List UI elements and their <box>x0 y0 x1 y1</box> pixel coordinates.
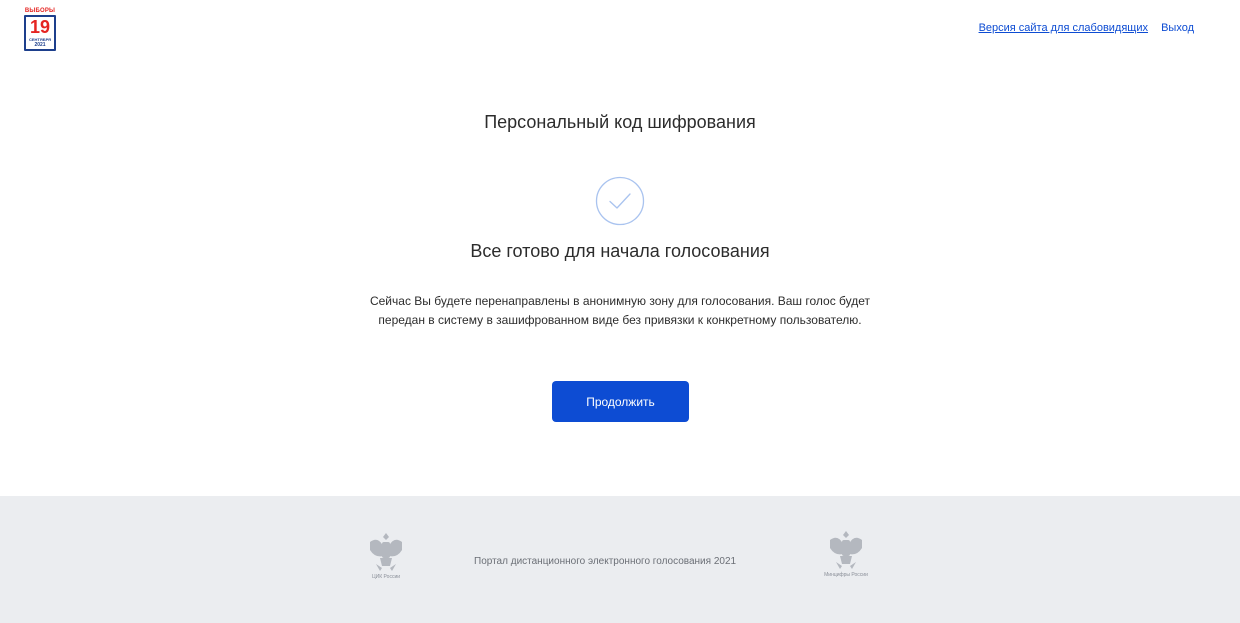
logo-day: 19 <box>29 17 51 37</box>
main-content: Персональный код шифрования Все готово д… <box>0 60 1240 496</box>
elections-logo[interactable]: ВЫБОРЫ 19 СЕНТЯБРЯ 2021 <box>24 8 56 52</box>
impaired-version-link[interactable]: Версия сайта для слабовидящих <box>979 22 1148 34</box>
redirect-description: Сейчас Вы будете перенаправлены в аноним… <box>369 294 871 327</box>
logout-link[interactable]: Выход <box>1161 22 1194 34</box>
coat-of-arms-icon <box>830 531 862 569</box>
portal-text: Портал дистанционного электронного голос… <box>474 556 737 567</box>
header: ВЫБОРЫ 19 СЕНТЯБРЯ 2021 Версия сайта для… <box>0 0 1240 60</box>
mintsifry-caption: Минцифры России <box>824 572 868 578</box>
top-links: Версия сайта для слабовидящих Выход <box>979 22 1194 34</box>
ready-subtitle: Все готово для начала голосования <box>470 241 770 261</box>
continue-button[interactable]: Продолжить <box>552 381 689 422</box>
mintsifry-emblem: Минцифры России <box>822 528 870 588</box>
footer: ЦИК России Портал дистанционного электро… <box>0 496 1240 623</box>
logo-top-text: ВЫБОРЫ <box>24 8 56 14</box>
coat-of-arms-icon <box>370 533 402 571</box>
cik-caption: ЦИК России <box>371 574 401 580</box>
logo-calendar: 19 СЕНТЯБРЯ 2021 <box>24 15 56 51</box>
cik-emblem: ЦИК России <box>362 530 410 590</box>
logo-year: 2021 <box>34 42 46 48</box>
page-title: Персональный код шифрования <box>484 112 756 132</box>
check-circle-icon <box>595 176 645 226</box>
